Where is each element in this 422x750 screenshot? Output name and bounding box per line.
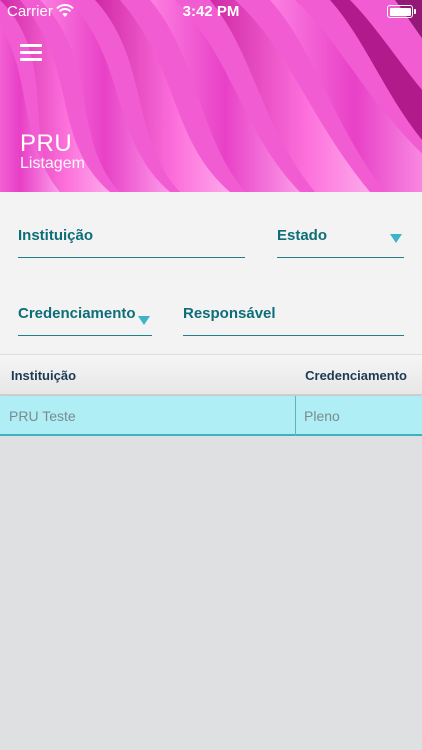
credenciamento-select[interactable]: Credenciamento	[18, 300, 152, 336]
filters-panel: Instituição Estado Credenciamento Respon…	[0, 192, 422, 354]
header-banner: Carrier 3:42 PM PRU Listagem	[0, 0, 422, 192]
dropdown-arrow-icon	[390, 234, 402, 243]
page-subtitle: Listagem	[20, 155, 85, 172]
cell-credenciamento: Pleno	[304, 408, 340, 424]
estado-label: Estado	[277, 227, 328, 244]
battery-icon	[387, 5, 416, 18]
column-divider	[295, 396, 296, 436]
hamburger-menu-icon[interactable]	[20, 44, 44, 64]
instituicao-field[interactable]: Instituição	[18, 222, 245, 258]
instituicao-label: Instituição	[18, 227, 94, 244]
responsavel-label: Responsável	[183, 305, 276, 322]
table-header: Instituição Credenciamento	[0, 355, 422, 395]
column-header-instituicao[interactable]: Instituição	[11, 368, 76, 383]
credenciamento-label: Credenciamento	[18, 305, 136, 322]
status-time: 3:42 PM	[182, 3, 240, 20]
dropdown-arrow-icon	[138, 316, 150, 325]
status-bar: Carrier 3:42 PM	[0, 0, 422, 24]
cell-instituicao: PRU Teste	[9, 408, 76, 424]
column-header-credenciamento[interactable]: Credenciamento	[305, 368, 407, 383]
responsavel-field[interactable]: Responsável	[183, 300, 404, 336]
table-row[interactable]: PRU Teste Pleno	[0, 396, 422, 436]
page-title: PRU	[20, 130, 73, 157]
estado-select[interactable]: Estado	[277, 222, 404, 258]
